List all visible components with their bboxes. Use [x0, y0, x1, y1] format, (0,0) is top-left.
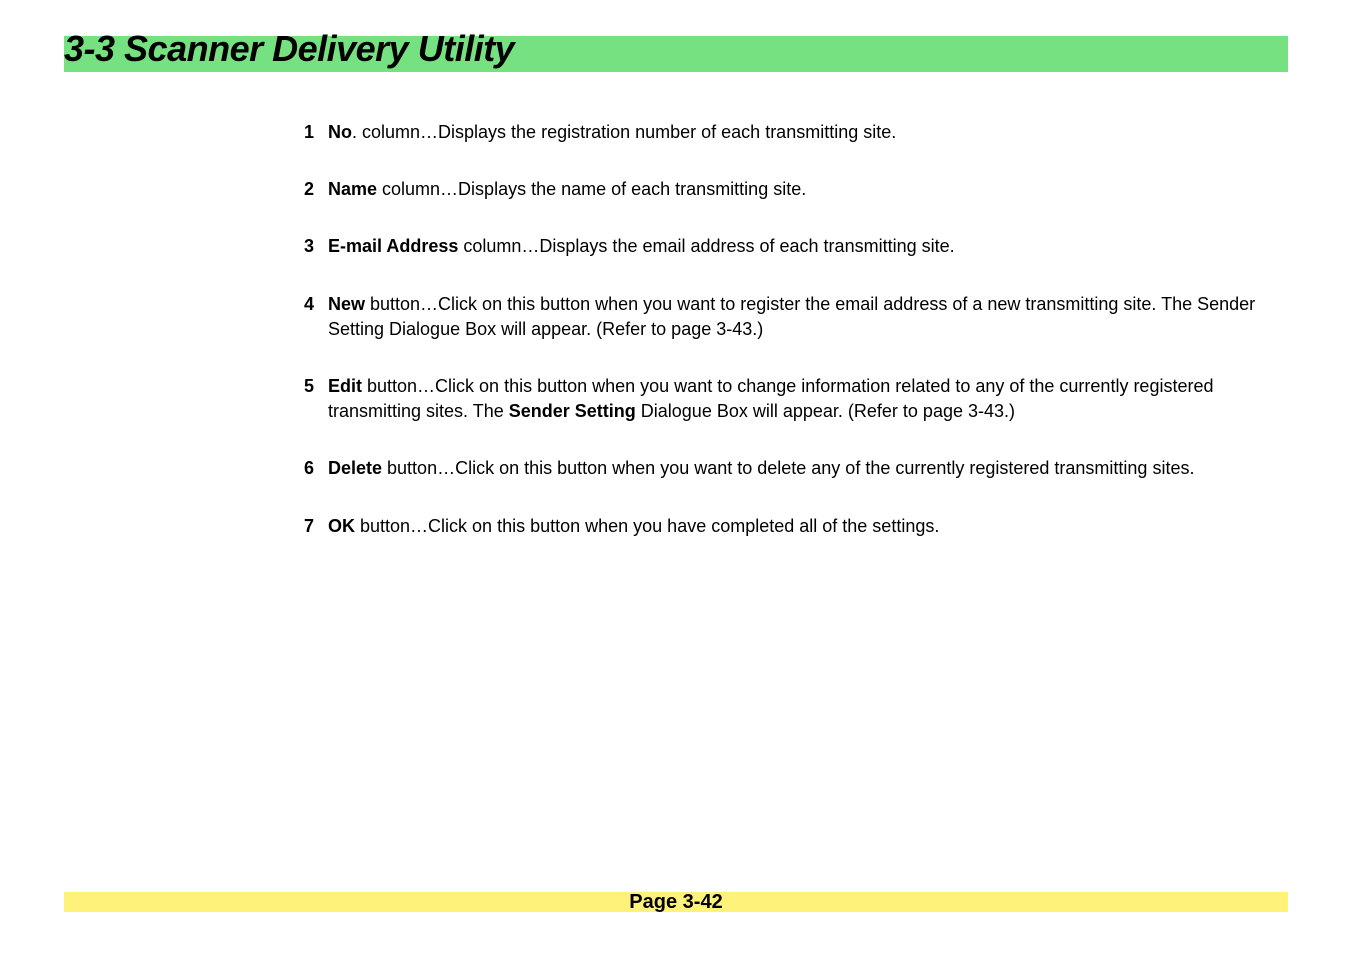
item-bold: New: [328, 294, 365, 314]
item-number: 4: [304, 292, 328, 342]
item-number: 7: [304, 514, 328, 539]
list-item: 7 OK button…Click on this button when yo…: [304, 514, 1288, 539]
item-bold: Edit: [328, 376, 362, 396]
item-text: button…Click on this button when you hav…: [355, 516, 939, 536]
item-number: 6: [304, 456, 328, 481]
item-bold: Name: [328, 179, 377, 199]
item-text: column…Displays the name of each transmi…: [377, 179, 806, 199]
list-item: 1 No. column…Displays the registration n…: [304, 120, 1288, 145]
item-number: 3: [304, 234, 328, 259]
item-body: OK button…Click on this button when you …: [328, 514, 1288, 539]
list-item: 2 Name column…Displays the name of each …: [304, 177, 1288, 202]
list-item: 4 New button…Click on this button when y…: [304, 292, 1288, 342]
item-number: 5: [304, 374, 328, 424]
content-area: 1 No. column…Displays the registration n…: [304, 120, 1288, 571]
item-body: Edit button…Click on this button when yo…: [328, 374, 1288, 424]
section-title: 3-3 Scanner Delivery Utility: [64, 28, 514, 70]
item-bold: OK: [328, 516, 355, 536]
item-text: column…Displays the email address of eac…: [458, 236, 954, 256]
list-item: 3 E-mail Address column…Displays the ema…: [304, 234, 1288, 259]
item-number: 1: [304, 120, 328, 145]
item-body: Name column…Displays the name of each tr…: [328, 177, 1288, 202]
list-item: 5 Edit button…Click on this button when …: [304, 374, 1288, 424]
list-item: 6 Delete button…Click on this button whe…: [304, 456, 1288, 481]
item-body: New button…Click on this button when you…: [328, 292, 1288, 342]
item-bold: E-mail Address: [328, 236, 458, 256]
item-text: . column…Displays the registration numbe…: [352, 122, 896, 142]
item-text: button…Click on this button when you wan…: [328, 294, 1255, 339]
item-body: Delete button…Click on this button when …: [328, 456, 1288, 481]
item-text: button…Click on this button when you wan…: [382, 458, 1194, 478]
item-body: E-mail Address column…Displays the email…: [328, 234, 1288, 259]
item-bold-2: Sender Setting: [509, 401, 636, 421]
page-number: Page 3-42: [0, 891, 1352, 914]
item-body: No. column…Displays the registration num…: [328, 120, 1288, 145]
item-bold: Delete: [328, 458, 382, 478]
item-bold: No: [328, 122, 352, 142]
item-text-after: Dialogue Box will appear. (Refer to page…: [636, 401, 1015, 421]
item-number: 2: [304, 177, 328, 202]
